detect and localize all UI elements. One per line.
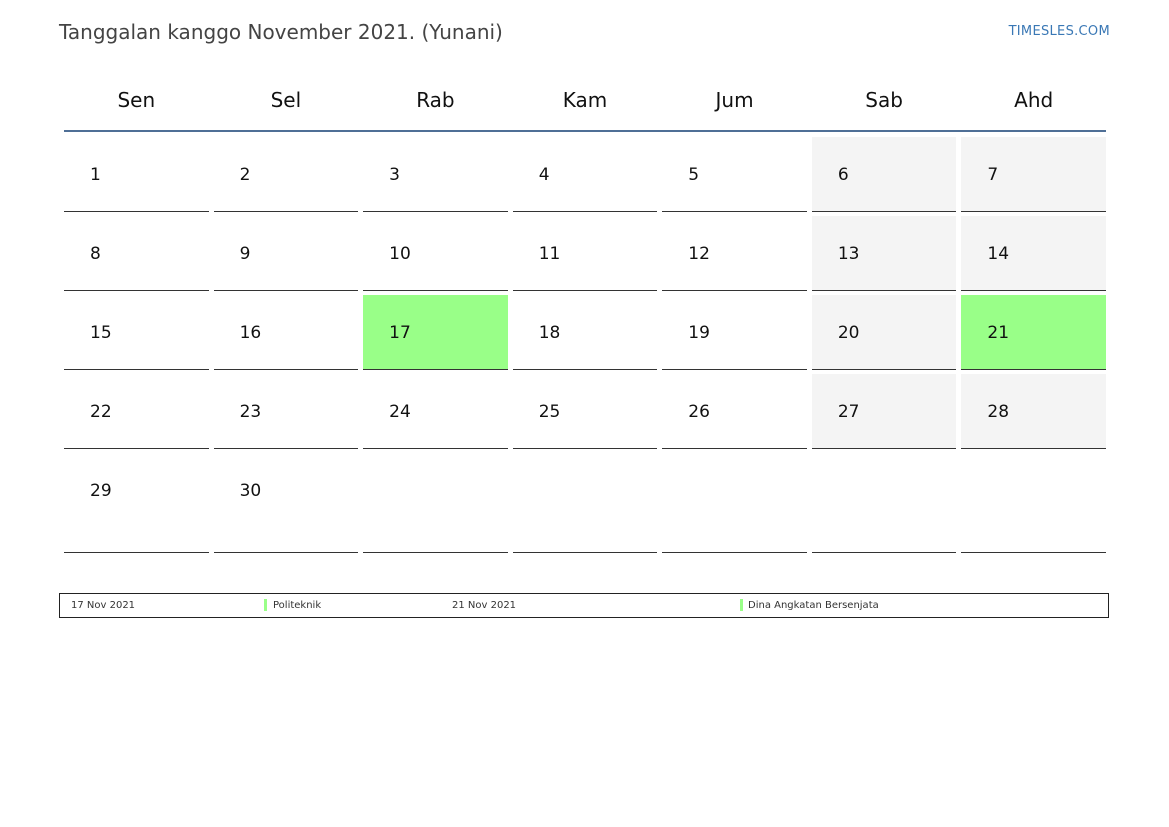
day-number: 7 (987, 165, 999, 185)
weekday-thu: Kam (562, 88, 608, 112)
day-cell[interactable]: 6 (811, 137, 957, 212)
calendar-page: Tanggalan kanggo November 2021. (Yunani)… (0, 0, 1169, 827)
day-number: 12 (688, 244, 710, 264)
day-number: 1 (90, 165, 101, 185)
day-cell[interactable]: 14 (961, 216, 1106, 291)
weekday-sat: Sab (865, 88, 903, 112)
day-cell[interactable]: 10 (363, 216, 508, 291)
day-cell[interactable]: 19 (662, 295, 807, 370)
day-number: 6 (837, 165, 849, 185)
day-cell[interactable]: 11 (512, 216, 658, 291)
day-cell[interactable]: 1 (64, 137, 209, 212)
day-number: 15 (90, 323, 112, 343)
day-number: 25 (538, 402, 561, 422)
day-number: 8 (90, 244, 101, 264)
day-number: 10 (389, 244, 411, 264)
weekday-wed: Rab (416, 88, 455, 112)
day-cell[interactable]: 22 (64, 374, 209, 449)
legend-name-1: Politeknik (273, 600, 322, 611)
day-number: 5 (688, 165, 700, 185)
legend-color-marker-2 (740, 599, 743, 611)
day-cell[interactable]: 13 (811, 216, 957, 291)
day-number: 27 (837, 402, 860, 422)
weekday-mon: Sen (117, 88, 156, 112)
day-number: 17 (389, 323, 411, 343)
day-number: 24 (389, 402, 411, 422)
day-cell[interactable]: 16 (213, 295, 359, 370)
day-cell[interactable]: 2 (213, 137, 359, 212)
day-cell[interactable]: 5 (662, 137, 807, 212)
day-cell[interactable]: 8 (64, 216, 209, 291)
day-number: 16 (239, 323, 262, 343)
day-cell[interactable]: 21 (961, 295, 1106, 370)
legend-date-2: 21 Nov 2021 (452, 600, 517, 611)
weekday-header: Sen Sel Rab Kam Jum Sab Ahd (64, 70, 1106, 132)
day-number: 28 (987, 402, 1010, 422)
day-cell[interactable]: 24 (363, 374, 508, 449)
day-number: 26 (688, 402, 710, 422)
day-cell[interactable]: 30 (213, 453, 359, 553)
day-cell[interactable]: 17 (363, 295, 508, 370)
day-cell[interactable]: 25 (512, 374, 658, 449)
day-cell[interactable]: 18 (512, 295, 658, 370)
weeks-grid: 1 2 3 4 5 6 7 8 9 10 11 12 13 14 15 16 17 18 19 20 21 22 23 24 2… (64, 137, 1106, 557)
day-number: 13 (837, 244, 860, 264)
day-cell[interactable]: 15 (64, 295, 209, 370)
day-cell[interactable]: 29 (64, 453, 209, 553)
holiday-legend: 17 Nov 2021 Politeknik 21 Nov 2021 Dina … (59, 593, 1109, 618)
day-cell[interactable]: 26 (662, 374, 807, 449)
day-number: 21 (987, 323, 1010, 343)
day-cell[interactable]: 7 (961, 137, 1106, 212)
weekday-sun: Ahd (1014, 88, 1054, 112)
day-cell[interactable]: 20 (811, 295, 957, 370)
empty-day-cell (811, 453, 957, 553)
day-number: 11 (538, 244, 561, 264)
legend-name-2: Dina Angkatan Bersenjata (748, 600, 879, 611)
day-number: 18 (538, 323, 561, 343)
empty-day-cell (512, 453, 658, 553)
day-number: 23 (239, 402, 262, 422)
day-number: 22 (90, 402, 112, 422)
day-number: 4 (538, 165, 550, 185)
page-title: Tanggalan kanggo November 2021. (Yunani) (59, 20, 503, 44)
day-number: 9 (239, 244, 251, 264)
day-cell[interactable]: 9 (213, 216, 359, 291)
day-number: 14 (987, 244, 1010, 264)
legend-color-marker-1 (264, 599, 267, 611)
weekday-fri: Jum (715, 88, 754, 112)
empty-day-cell (662, 453, 807, 553)
day-cell[interactable]: 3 (363, 137, 508, 212)
month-calendar: Sen Sel Rab Kam Jum Sab Ahd 1 2 3 4 5 6 7 8 9 10 1… (64, 70, 1106, 557)
empty-day-cell (363, 453, 508, 553)
weekday-tue: Sel (270, 88, 302, 112)
day-cell[interactable]: 23 (213, 374, 359, 449)
empty-day-cell (961, 453, 1106, 553)
day-cell[interactable]: 12 (662, 216, 807, 291)
day-number: 29 (90, 481, 112, 501)
brand-link[interactable]: TIMESLES.COM (1009, 24, 1110, 39)
legend-date-1: 17 Nov 2021 (71, 600, 136, 611)
day-number: 19 (688, 323, 710, 343)
day-number: 20 (837, 323, 860, 343)
day-number: 30 (239, 481, 262, 501)
day-cell[interactable]: 28 (961, 374, 1106, 449)
day-cell[interactable]: 27 (811, 374, 957, 449)
day-number: 3 (389, 165, 400, 185)
day-number: 2 (239, 165, 251, 185)
day-cell[interactable]: 4 (512, 137, 658, 212)
